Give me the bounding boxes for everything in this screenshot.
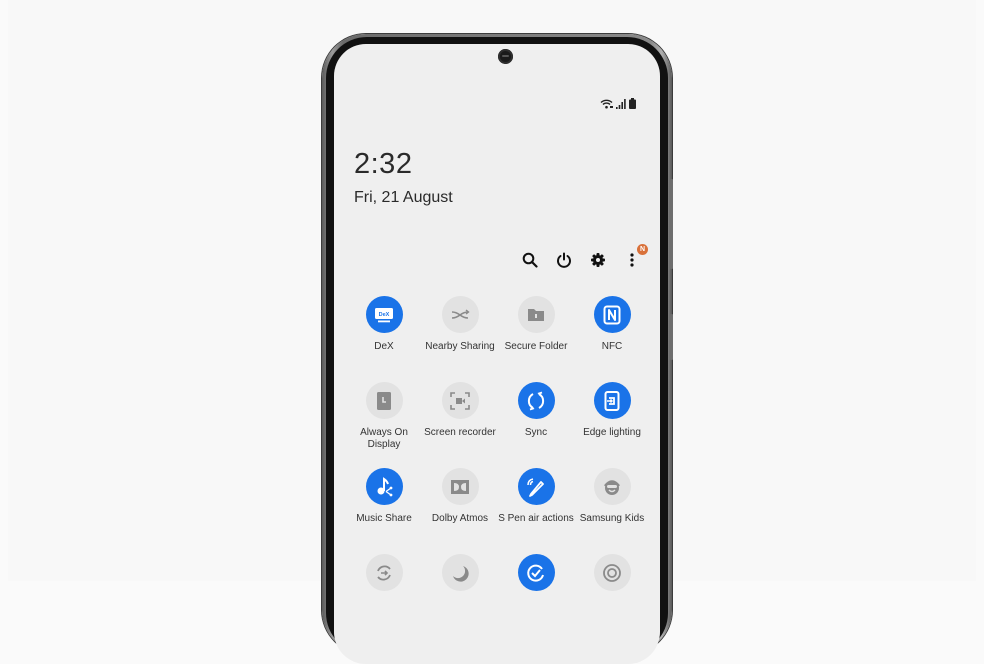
search-icon bbox=[522, 252, 538, 268]
tile-always-on-display[interactable]: Always On Display bbox=[346, 382, 422, 458]
tile-dex[interactable]: DeX DeX bbox=[346, 296, 422, 372]
tile-toggle[interactable] bbox=[517, 382, 555, 419]
always-on-display-icon bbox=[377, 391, 391, 410]
quick-settings-grid: DeX DeX Nearby Sharing Secure Folder NFC… bbox=[346, 296, 648, 630]
tile-toggle[interactable] bbox=[517, 468, 555, 505]
tile-toggle[interactable] bbox=[365, 382, 403, 419]
tile-toggle[interactable] bbox=[593, 296, 631, 333]
tile-label: Edge lighting bbox=[583, 427, 641, 438]
tile-toggle[interactable] bbox=[441, 296, 479, 333]
svg-text:DeX: DeX bbox=[379, 312, 390, 318]
tile-label: Sync bbox=[524, 427, 548, 438]
tile-toggle[interactable] bbox=[593, 468, 631, 505]
signal-icon bbox=[616, 99, 626, 109]
tile-label: Secure Folder bbox=[504, 341, 568, 352]
tile-night-mode[interactable] bbox=[422, 554, 498, 630]
tile-label: Dolby Atmos bbox=[431, 513, 489, 524]
tile-label: Samsung Kids bbox=[579, 513, 645, 524]
tile-label: S Pen air actions bbox=[498, 513, 574, 524]
secure-folder-icon bbox=[527, 307, 545, 322]
power-icon bbox=[556, 252, 572, 268]
notification-badge: N bbox=[637, 244, 648, 255]
status-bar bbox=[600, 98, 636, 109]
tile-toggle[interactable] bbox=[593, 382, 631, 419]
quick-settings-panel: 2:32 Fri, 21 August N DeX DeX Nearby Sha… bbox=[334, 44, 660, 664]
tile-edge-lighting[interactable]: Edge lighting bbox=[574, 382, 650, 458]
dex-icon: DeX bbox=[374, 307, 394, 323]
tile-smart-view[interactable] bbox=[346, 554, 422, 630]
date: Fri, 21 August bbox=[354, 189, 453, 206]
tile-label: NFC bbox=[601, 341, 623, 352]
tile-screen-recorder[interactable]: Screen recorder bbox=[422, 382, 498, 458]
smart-view-icon bbox=[374, 563, 394, 583]
nearby-sharing-icon bbox=[450, 308, 470, 321]
nfc-icon bbox=[603, 305, 621, 325]
tile-secure-folder[interactable]: Secure Folder bbox=[498, 296, 574, 372]
night-mode-icon bbox=[451, 564, 469, 582]
routines-icon bbox=[526, 563, 546, 583]
screen-recorder-icon bbox=[450, 391, 470, 410]
tile-samsung-kids[interactable]: Samsung Kids bbox=[574, 468, 650, 544]
samsung-kids-icon bbox=[602, 478, 622, 496]
tile-label: Screen recorder bbox=[424, 427, 496, 438]
tile-toggle[interactable] bbox=[365, 554, 403, 591]
tile-label: Always On Display bbox=[360, 427, 408, 450]
quick-panel-toolbar: N bbox=[520, 244, 648, 270]
tile-toggle[interactable] bbox=[441, 382, 479, 419]
tile-dolby-atmos[interactable]: Dolby Atmos bbox=[422, 468, 498, 544]
music-share-icon bbox=[374, 476, 394, 497]
s-pen-icon bbox=[526, 477, 546, 497]
dolby-atmos-icon bbox=[451, 479, 469, 494]
tile-music-share[interactable]: Music Share bbox=[346, 468, 422, 544]
clock: 2:32 bbox=[354, 148, 413, 180]
tile-focus-mode[interactable] bbox=[574, 554, 650, 630]
tile-label: Music Share bbox=[356, 513, 412, 524]
tile-toggle[interactable] bbox=[517, 554, 555, 591]
tile-routines[interactable] bbox=[498, 554, 574, 630]
tile-toggle[interactable] bbox=[441, 554, 479, 591]
tile-nearby-sharing[interactable]: Nearby Sharing bbox=[422, 296, 498, 372]
tile-toggle[interactable] bbox=[593, 554, 631, 591]
gear-icon bbox=[590, 252, 606, 268]
more-vertical-icon bbox=[629, 252, 635, 268]
tile-s-pen-air-actions[interactable]: S Pen air actions bbox=[498, 468, 574, 544]
front-camera bbox=[498, 49, 513, 64]
more-options-button[interactable]: N bbox=[622, 244, 648, 270]
tile-toggle[interactable] bbox=[517, 296, 555, 333]
tile-nfc[interactable]: NFC bbox=[574, 296, 650, 372]
battery-icon bbox=[629, 98, 636, 109]
tile-sync[interactable]: Sync bbox=[498, 382, 574, 458]
edge-lighting-icon bbox=[604, 390, 620, 411]
sync-icon bbox=[526, 391, 546, 411]
tile-label: Nearby Sharing bbox=[425, 341, 495, 352]
phone-frame: 2:32 Fri, 21 August N DeX DeX Nearby Sha… bbox=[322, 34, 673, 664]
tile-label: DeX bbox=[374, 341, 394, 352]
tile-toggle[interactable] bbox=[365, 468, 403, 505]
tile-toggle[interactable]: DeX bbox=[365, 296, 403, 333]
search-button[interactable] bbox=[520, 250, 540, 270]
wifi-icon bbox=[600, 99, 613, 109]
side-key bbox=[670, 314, 673, 360]
tile-toggle[interactable] bbox=[441, 468, 479, 505]
power-button[interactable] bbox=[554, 250, 574, 270]
settings-button[interactable] bbox=[588, 250, 608, 270]
focus-mode-icon bbox=[602, 563, 622, 583]
volume-button bbox=[670, 179, 673, 269]
